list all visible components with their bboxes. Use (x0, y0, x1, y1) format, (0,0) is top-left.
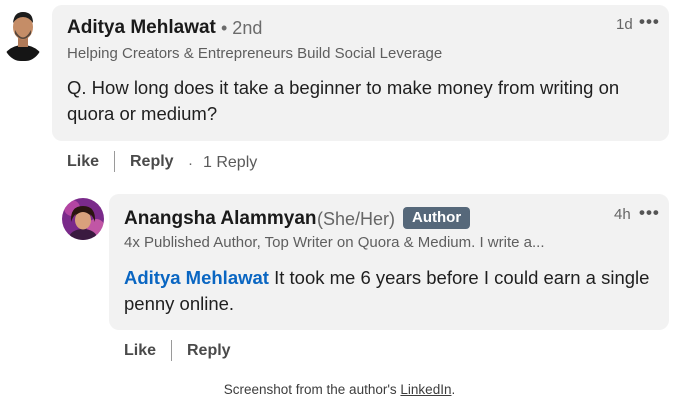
connection-degree: • 2nd (221, 18, 263, 38)
reply-button[interactable]: Reply (130, 153, 174, 171)
avatar-anangsha[interactable] (62, 198, 104, 240)
more-options-icon[interactable]: ••• (639, 203, 660, 223)
reply-timestamp: 4h (614, 206, 631, 223)
comment-body: Q. How long does it take a beginner to m… (67, 77, 620, 124)
reply-reply-button[interactable]: Reply (187, 342, 231, 360)
separator-dot: · (188, 155, 193, 172)
comment-author-headline: Helping Creators & Entrepreneurs Build S… (67, 45, 443, 62)
linkedin-link[interactable]: LinkedIn (400, 382, 451, 397)
mention-link[interactable]: Aditya Mehlawat (124, 267, 269, 288)
reply-author-name[interactable]: Anangsha Alammyan (124, 208, 317, 230)
reply-author-headline: 4x Published Author, Top Writer on Quora… (124, 234, 545, 251)
reply-count-link[interactable]: 1 Reply (203, 154, 257, 172)
avatar-aditya[interactable] (2, 5, 44, 61)
more-options-icon[interactable]: ••• (639, 12, 660, 32)
reply-author-pronouns: (She/Her) (317, 209, 396, 229)
reply-body: Aditya Mehlawat It took me 6 years befor… (124, 265, 654, 317)
reply-like-button[interactable]: Like (124, 342, 156, 360)
action-divider (114, 151, 115, 172)
comment-timestamp: 1d (616, 16, 633, 33)
author-badge: Author (403, 207, 471, 229)
like-button[interactable]: Like (67, 153, 99, 171)
image-caption: Screenshot from the author's LinkedIn. (223, 382, 456, 397)
comment-author-name[interactable]: Aditya Mehlawat (67, 17, 216, 39)
action-divider (171, 340, 172, 361)
